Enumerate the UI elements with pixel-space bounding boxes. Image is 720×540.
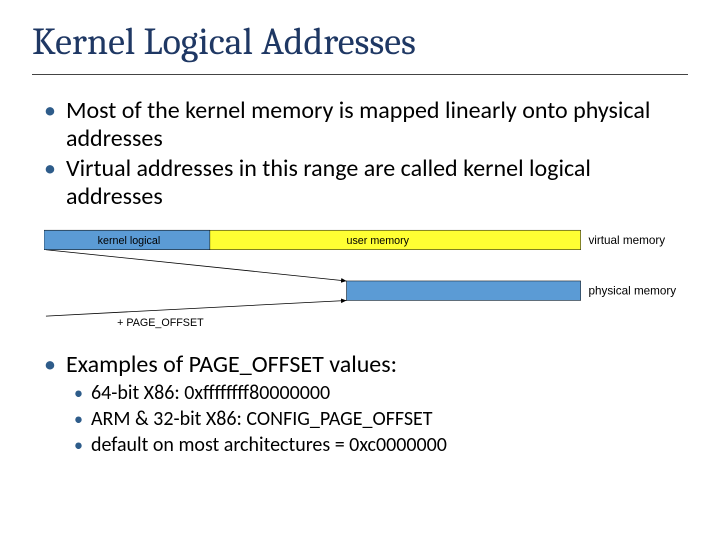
- bullet-item: • Most of the kernel memory is mapped li…: [44, 97, 688, 153]
- user-memory-label: user memory: [346, 235, 409, 247]
- bullet-dot-icon: •: [44, 351, 56, 379]
- sub-bullet-text: ARM & 32-bit X86: CONFIG_PAGE_OFFSET: [91, 407, 433, 431]
- sub-bullet-text: default on most architectures = 0xc00000…: [91, 433, 447, 457]
- bullet-text: Most of the kernel memory is mapped line…: [66, 97, 688, 153]
- bullet-dot-icon: •: [44, 155, 56, 183]
- page-offset-label: + PAGE_OFFSET: [117, 317, 204, 329]
- physical-memory-bar: [346, 281, 580, 301]
- bullet-text: Virtual addresses in this range are call…: [66, 155, 688, 211]
- bullet-item: • Examples of PAGE_OFFSET values:: [44, 351, 688, 379]
- memory-diagram: kernel logical user memory virtual memor…: [44, 225, 688, 333]
- sub-bullet-item: • default on most architectures = 0xc000…: [74, 433, 688, 457]
- virtual-memory-label: virtual memory: [588, 234, 665, 247]
- bullet-dot-icon: •: [74, 381, 83, 405]
- sub-bullet-item: • 64-bit X86: 0xffffffff80000000: [74, 381, 688, 405]
- bullet-item: • Virtual addresses in this range are ca…: [44, 155, 688, 211]
- kernel-logical-label: kernel logical: [98, 235, 161, 247]
- sub-bullet-text: 64-bit X86: 0xffffffff80000000: [91, 381, 330, 405]
- sub-bullet-item: • ARM & 32-bit X86: CONFIG_PAGE_OFFSET: [74, 407, 688, 431]
- bullet-dot-icon: •: [44, 97, 56, 125]
- bullet-dot-icon: •: [74, 433, 83, 457]
- physical-memory-label: physical memory: [588, 285, 676, 298]
- mapping-arrow-top: [46, 250, 347, 281]
- slide-title: Kernel Logical Addresses: [32, 20, 688, 75]
- slide: Kernel Logical Addresses • Most of the k…: [0, 0, 720, 540]
- bullet-dot-icon: •: [74, 407, 83, 431]
- diagram-svg: kernel logical user memory virtual memor…: [44, 225, 688, 333]
- slide-body: • Most of the kernel memory is mapped li…: [44, 97, 688, 457]
- bullet-text: Examples of PAGE_OFFSET values:: [66, 351, 397, 379]
- mapping-arrow-bottom: [46, 300, 347, 316]
